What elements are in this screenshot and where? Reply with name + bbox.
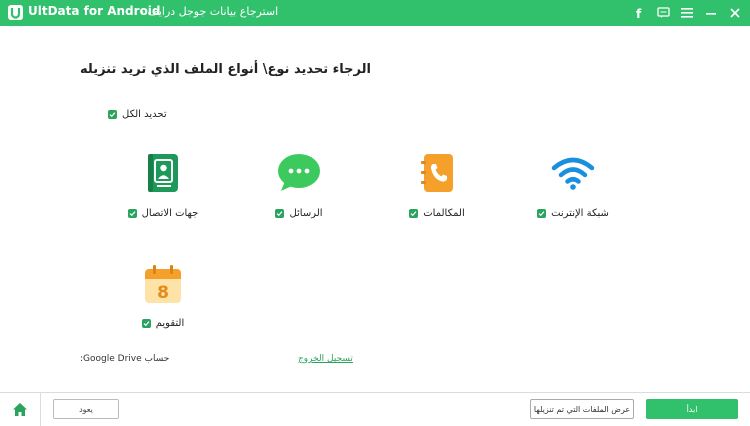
bottom-bar: يعود عرض الملفات التي تم تنزيلها ابدأ — [0, 392, 750, 426]
calendar-icon: 8 — [145, 265, 181, 303]
calendar-day-number: 8 — [157, 283, 169, 303]
checkbox-checked-icon[interactable] — [108, 109, 117, 119]
window-subtitle: - استرجاع بيانات جوجل درايف — [140, 5, 279, 18]
logout-link[interactable]: تسجيل الخروج — [298, 354, 353, 364]
calendar-checkbox[interactable] — [141, 319, 151, 328]
start-button[interactable]: ابدأ — [646, 399, 738, 419]
menu-icon[interactable] — [678, 4, 696, 22]
select-all-checkbox[interactable]: تحديد الكل — [108, 107, 167, 121]
call-logs-label: المكالمات — [423, 208, 465, 219]
select-all-label: تحديد الكل — [122, 108, 167, 120]
feedback-icon[interactable] — [654, 4, 672, 22]
home-button[interactable] — [0, 393, 41, 426]
call-log-icon — [421, 154, 453, 192]
contacts-checkbox[interactable] — [127, 209, 137, 218]
messages-icon — [278, 154, 320, 191]
messages-label: الرسائل — [289, 208, 323, 219]
view-downloaded-files-button[interactable]: عرض الملفات التي تم تنزيلها — [530, 399, 634, 419]
file-type-wifi[interactable]: شبكة الإنترنت — [518, 152, 628, 219]
file-type-contacts[interactable]: جهات الاتصال — [108, 152, 218, 219]
wifi-icon — [551, 157, 595, 190]
call-logs-checkbox[interactable] — [409, 209, 419, 218]
messages-checkbox[interactable] — [275, 209, 285, 218]
page-title: الرجاء تحديد نوع\ أنواع الملف الذي تريد … — [80, 62, 371, 77]
app-logo-icon — [8, 5, 23, 20]
svg-text:f: f — [636, 7, 642, 19]
contacts-label: جهات الاتصال — [141, 208, 199, 219]
calendar-label: التقويم — [155, 318, 185, 329]
back-button[interactable]: يعود — [53, 399, 119, 419]
minimize-icon[interactable] — [702, 4, 720, 22]
file-type-messages[interactable]: الرسائل — [244, 152, 354, 219]
google-drive-account-label: حساب Google Drive: — [80, 354, 170, 364]
file-type-calendar[interactable]: 8 التقويم — [108, 262, 218, 329]
close-icon[interactable] — [726, 4, 744, 22]
facebook-icon[interactable]: f — [630, 4, 648, 22]
file-type-call-logs[interactable]: المكالمات — [382, 152, 492, 219]
wifi-label: شبكة الإنترنت — [551, 208, 609, 219]
title-bar: UltData for Android - استرجاع بيانات جوج… — [0, 0, 750, 26]
home-icon[interactable] — [13, 403, 27, 416]
wifi-checkbox[interactable] — [537, 209, 547, 218]
contacts-icon — [148, 154, 178, 192]
